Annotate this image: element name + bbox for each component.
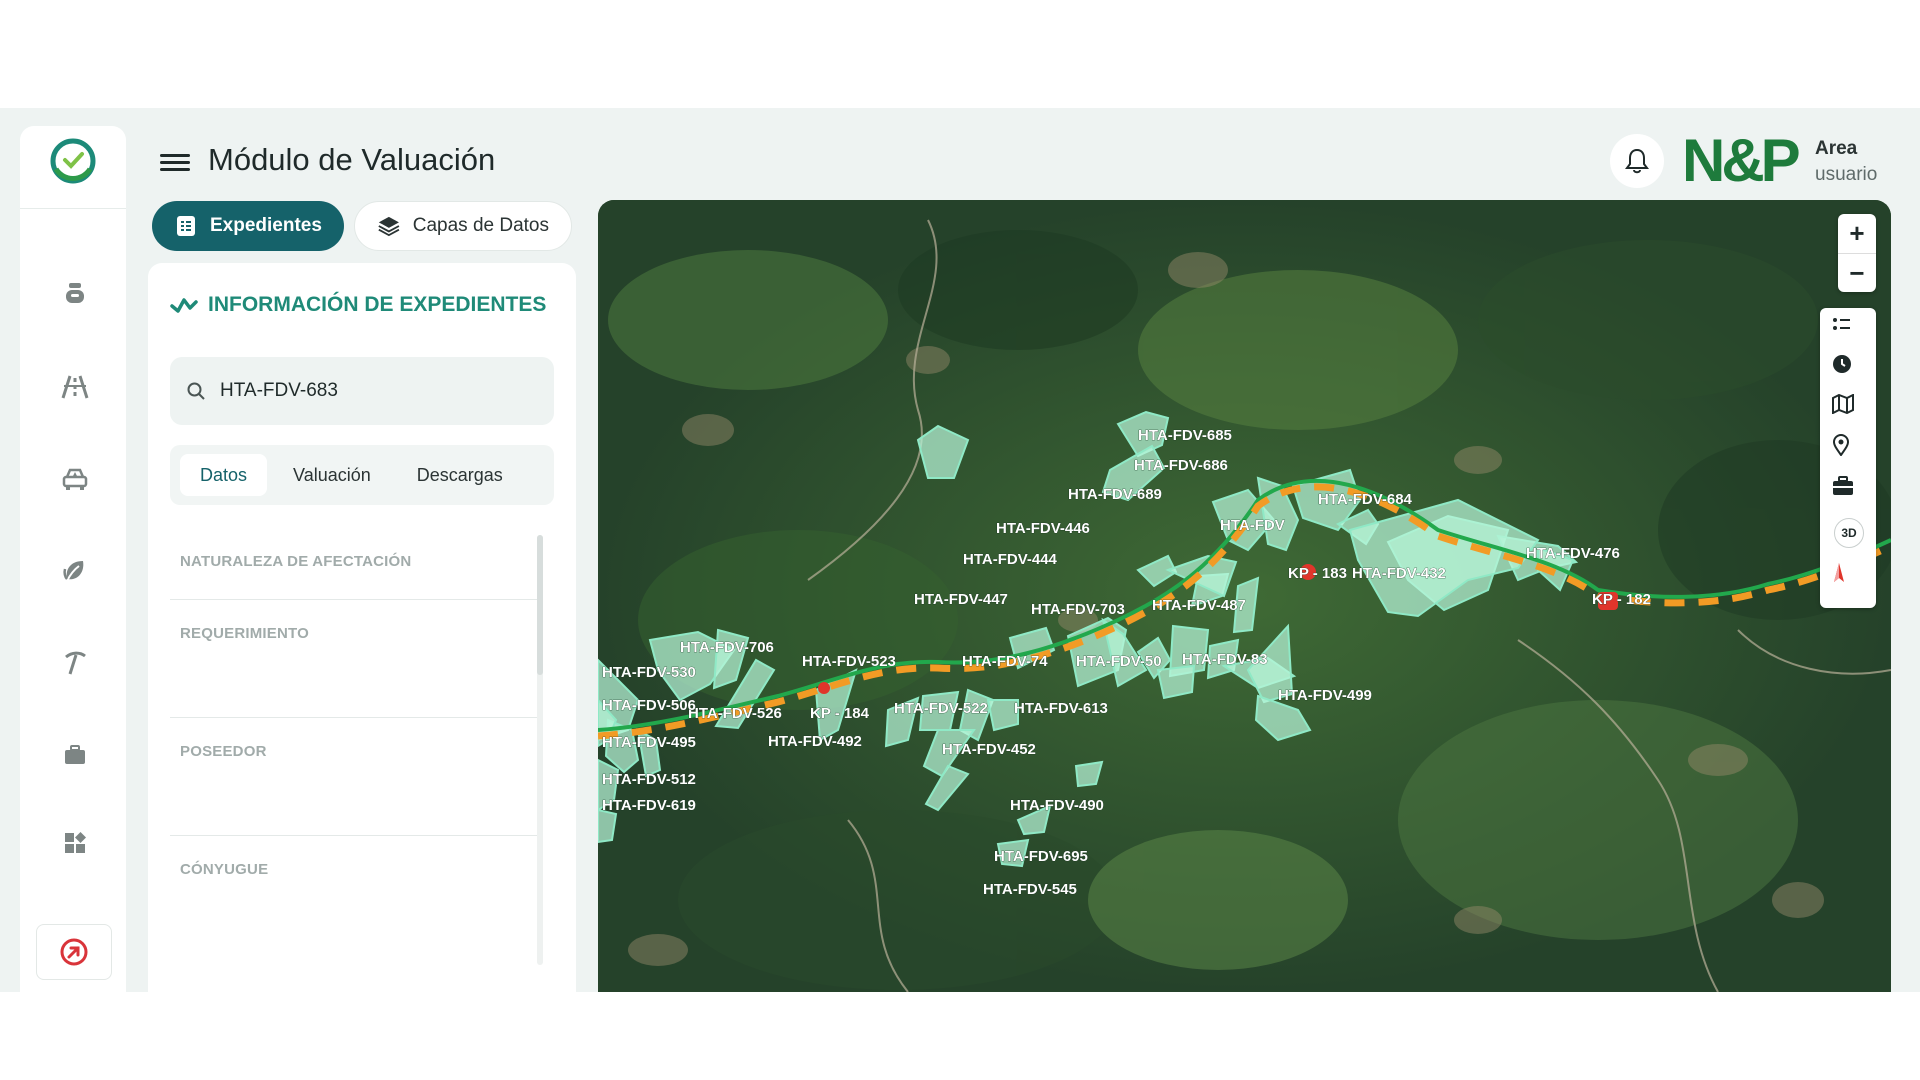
sidebar-divider	[20, 208, 126, 209]
map-label[interactable]: HTA-FDV-619	[602, 797, 697, 815]
map-label[interactable]: HTA-FDV-83	[1182, 651, 1268, 669]
map-label[interactable]: HTA-FDV-689	[1068, 486, 1163, 504]
subtab-bar: Datos Valuación Descargas	[170, 445, 554, 505]
subtab-valuacion[interactable]: Valuación	[273, 454, 391, 496]
search-icon	[187, 382, 205, 400]
map-label[interactable]: HTA-FDV-545	[983, 881, 1078, 899]
page-title: Módulo de Valuación	[208, 142, 496, 177]
logout-icon	[60, 938, 88, 966]
map-tools-bar: 3D	[1820, 308, 1876, 608]
sidebar	[20, 126, 126, 992]
subtab-datos[interactable]: Datos	[180, 454, 268, 496]
search-input[interactable]	[218, 379, 522, 403]
vehicle-icon[interactable]	[58, 462, 92, 496]
briefcase-icon[interactable]	[58, 738, 92, 772]
user-name-label: usuario	[1815, 164, 1878, 185]
zoom-out-button[interactable]: −	[1838, 253, 1876, 293]
kp-marker-label[interactable]: KP - 182	[1592, 591, 1652, 609]
map-label[interactable]: HTA-FDV-444	[963, 551, 1058, 569]
field-label: REQUERIMIENTO	[180, 625, 310, 642]
dashboard-icon[interactable]	[58, 826, 92, 860]
map-label[interactable]: HTA-FDV-703	[1031, 601, 1126, 619]
bell-icon	[1625, 148, 1649, 174]
map-label[interactable]: HTA-FDV-530	[602, 664, 697, 682]
compass-icon[interactable]	[1832, 562, 1864, 592]
field-label: NATURALEZA DE AFECTACIÓN	[180, 553, 412, 570]
map-label[interactable]: HTA-FDV-685	[1138, 427, 1233, 445]
map-label[interactable]: HTA-FDV-447	[914, 591, 1009, 609]
legend-icon[interactable]	[1832, 316, 1864, 346]
map-label[interactable]: HTA-FDV-487	[1152, 597, 1247, 615]
map-label[interactable]: HTA-FDV-506	[602, 697, 697, 715]
map-label[interactable]: HTA-FDV-74	[962, 653, 1049, 671]
kp-marker-label[interactable]: KP - 183	[1288, 565, 1348, 583]
panel-scrollbar-thumb[interactable]	[537, 535, 543, 675]
toolbox-icon[interactable]	[1832, 476, 1864, 506]
map-label[interactable]: HTA-FDV-526	[688, 705, 783, 723]
tab-expedientes-label: Expedientes	[210, 215, 322, 236]
map-label[interactable]: HTA-FDV	[1220, 517, 1285, 535]
map-label[interactable]: HTA-FDV-522	[894, 700, 989, 718]
subtab-descargas[interactable]: Descargas	[397, 454, 523, 496]
expedientes-panel: INFORMACIÓN DE EXPEDIENTES Datos Valuaci…	[148, 263, 576, 992]
map-icon[interactable]	[1832, 394, 1864, 424]
pickaxe-icon[interactable]	[58, 646, 92, 680]
app-shell: Módulo de Valuación N&P Area usuario Exp…	[0, 108, 1920, 992]
field-label: CÓNYUGUE	[180, 861, 269, 878]
map-label[interactable]: HTA-FDV-50	[1076, 653, 1162, 671]
map-label[interactable]: HTA-FDV-452	[942, 741, 1037, 759]
logout-button[interactable]	[36, 924, 112, 980]
clock-icon[interactable]	[1832, 354, 1864, 384]
map-label[interactable]: HTA-FDV-706	[680, 639, 775, 657]
map-label[interactable]: HTA-FDV-613	[1014, 700, 1109, 718]
map-label[interactable]: HTA-FDV-686	[1134, 457, 1229, 475]
user-area-label: Area	[1815, 138, 1858, 159]
road-icon[interactable]	[58, 370, 92, 404]
zoom-in-button[interactable]: +	[1838, 214, 1876, 253]
user-info[interactable]: Area usuario	[1815, 136, 1915, 188]
hamburger-menu-button[interactable]	[160, 150, 190, 176]
map-label[interactable]: HTA-FDV-492	[768, 733, 863, 751]
map-label[interactable]: HTA-FDV-476	[1526, 545, 1621, 563]
tab-capas-de-datos[interactable]: Capas de Datos	[354, 201, 572, 251]
panel-title: INFORMACIÓN DE EXPEDIENTES	[170, 293, 546, 317]
brand-logo: N&P	[1682, 131, 1806, 191]
map-view[interactable]: HTA-FDV-685 HTA-FDV-686 HTA-FDV-689 HTA-…	[598, 200, 1891, 992]
map-label[interactable]: HTA-FDV-695	[994, 848, 1089, 866]
field-naturaleza: NATURALEZA DE AFECTACIÓN	[170, 533, 538, 600]
activity-icon	[170, 298, 198, 313]
map-label[interactable]: HTA-FDV-490	[1010, 797, 1105, 815]
tab-capas-label: Capas de Datos	[412, 215, 549, 236]
map-label[interactable]: HTA-FDV-684	[1318, 491, 1413, 509]
map-label[interactable]: HTA-FDV-446	[996, 520, 1091, 538]
toggle-3d-button[interactable]: 3D	[1834, 518, 1864, 548]
search-box[interactable]	[170, 357, 554, 425]
map-label[interactable]: HTA-FDV-512	[602, 771, 697, 789]
brand-logo-text: N&P	[1682, 127, 1801, 194]
layers-icon	[378, 216, 400, 237]
map-label[interactable]: HTA-FDV-495	[602, 734, 697, 752]
money-bag-icon[interactable]	[58, 276, 92, 310]
map-label[interactable]: HTA-FDV-523	[802, 653, 897, 671]
field-conyugue: CÓNYUGUE	[170, 835, 538, 945]
pin-icon[interactable]	[1832, 434, 1864, 464]
tab-expedientes[interactable]: Expedientes	[152, 201, 344, 251]
field-requerimiento: REQUERIMIENTO	[170, 599, 538, 718]
leaf-icon[interactable]	[58, 554, 92, 588]
notifications-button[interactable]	[1610, 134, 1664, 188]
satellite-map[interactable]: HTA-FDV-685 HTA-FDV-686 HTA-FDV-689 HTA-…	[598, 200, 1891, 992]
map-label[interactable]: HTA-FDV-432	[1352, 565, 1447, 583]
file-list-icon	[177, 216, 195, 236]
map-label[interactable]: HTA-FDV-499	[1278, 687, 1373, 705]
field-label: POSEEDOR	[180, 743, 267, 760]
zoom-controls: + −	[1838, 214, 1876, 292]
field-poseedor: POSEEDOR	[170, 717, 538, 836]
kp-marker-label[interactable]: KP - 184	[810, 705, 870, 723]
app-logo-icon[interactable]	[48, 136, 98, 186]
panel-title-text: INFORMACIÓN DE EXPEDIENTES	[208, 293, 547, 316]
